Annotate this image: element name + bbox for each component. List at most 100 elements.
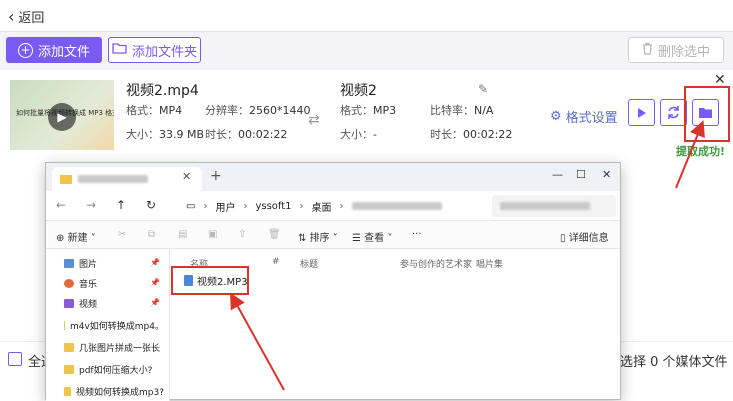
trash-icon [642,42,653,59]
cut-icon[interactable]: ✂ [118,229,126,240]
target-duration-label: 时长： [430,128,463,141]
refresh-icon[interactable]: ↻ [146,198,156,212]
breadcrumb-item[interactable]: 桌面 [312,199,332,214]
more-button[interactable]: ··· [412,229,422,240]
explorer-titlebar: ✕ + — ☐ ✕ [46,163,620,191]
explorer-command-bar: ⊕ 新建 ˅ ✂ ⧉ ▤ ▣ ⇪ 🗑 ⇅ 排序 ˅ ☰ 查看 ˅ ··· ▯ 详… [46,221,620,249]
breadcrumb-item[interactable]: yssoft1 [255,201,291,212]
add-file-button[interactable]: + 添加文件 [6,37,102,63]
blurred-tab-title [78,175,148,183]
sidebar-item-videos[interactable]: 视频 [64,297,164,310]
column-header-artists[interactable]: 参与创作的艺术家 [400,257,472,270]
explorer-sidebar: 图片 📌 音乐 📌 视频 📌 m4v如何转换成mp4。 几张图片拼成一张长 pd… [46,249,170,401]
toolbar: + 添加文件 添加文件夹 删除选中 [0,32,733,70]
folder-icon [64,343,74,352]
sidebar-item-folder[interactable]: 几张图片拼成一张长 [64,341,164,354]
up-arrow-icon[interactable]: ↑ [116,198,126,212]
search-input[interactable] [492,195,616,217]
close-tab-icon[interactable]: ✕ [182,170,191,183]
rename-icon[interactable]: ▣ [208,229,217,240]
format-settings-button[interactable]: ⚙ 格式设置 [550,107,618,126]
column-header-title[interactable]: 标题 [300,257,318,270]
source-format: 格式：MP4 [126,102,182,118]
target-bitrate-value: N/A [474,104,494,117]
target-format-value: MP3 [373,104,397,117]
format-settings-label: 格式设置 [565,111,618,126]
delete-selected-button[interactable]: 删除选中 [628,37,724,63]
new-button[interactable]: ⊕ 新建 ˅ [56,229,96,244]
blurred-path [351,202,442,210]
target-duration-value: 00:02:22 [463,128,513,141]
source-duration: 时长：00:02:22 [205,126,287,142]
source-size-value: 33.9 MB [159,128,205,141]
minimize-icon[interactable]: — [552,168,563,181]
music-icon [64,279,74,288]
folder-plus-icon [112,42,127,58]
pin-icon: 📌 [150,278,160,287]
sidebar-item-folder[interactable]: pdf如何压缩大小? [64,363,164,376]
new-label: 新建 [67,233,88,244]
source-size-label: 大小： [126,128,159,141]
target-size: 大小：- [340,126,377,142]
source-file-name: 视频2.mp4 [126,83,199,99]
add-folder-button[interactable]: 添加文件夹 [108,37,201,63]
video-thumbnail[interactable]: 如何批量将视频转换成 MP3 格式？ ▶ [10,80,114,150]
breadcrumb-item[interactable]: 用户 [215,199,235,214]
play-button[interactable] [628,99,655,126]
new-tab-icon[interactable]: + [210,168,222,184]
share-icon[interactable]: ⇪ [238,229,246,240]
sidebar-item-label: 图片 [79,260,98,270]
forward-arrow-icon[interactable]: → [86,198,96,212]
paste-icon[interactable]: ▤ [178,229,187,240]
breadcrumb-separator: › [339,200,344,212]
sort-button[interactable]: ⇅ 排序 ˅ [298,229,338,244]
explorer-tab[interactable] [52,167,202,191]
target-file-name[interactable]: 视频2 [340,80,377,100]
highlight-box-folder-button [684,86,730,142]
column-header-number[interactable]: # [272,257,280,267]
delete-icon[interactable]: 🗑 [268,229,281,240]
videos-icon [64,299,74,308]
breadcrumb-separator: › [299,200,304,212]
close-window-icon[interactable]: ✕ [602,168,611,181]
back-button[interactable]: ‹ 返回 [8,7,44,26]
view-label: 查看 [364,233,385,244]
top-bar: ‹ 返回 [0,0,733,32]
sidebar-item-pictures[interactable]: 图片 [64,257,164,270]
target-duration: 时长：00:02:22 [430,126,512,142]
maximize-icon[interactable]: ☐ [576,168,586,181]
pictures-icon [64,259,74,268]
sidebar-item-folder[interactable]: 视频如何转换成mp3? [64,385,164,398]
sort-label: 排序 [309,233,330,244]
view-button[interactable]: ☰ 查看 ˅ [352,229,392,244]
sidebar-item-label: 视频如何转换成mp3? [76,388,164,398]
source-size: 大小：33.9 MB [126,126,204,142]
copy-icon[interactable]: ⧉ [148,229,155,240]
select-all-checkbox[interactable] [8,352,22,366]
play-triangle-icon [637,107,646,118]
source-resolution: 分辨率：2560*1440 [205,102,311,118]
sidebar-item-folder[interactable]: m4v如何转换成mp4。 [64,319,164,332]
convert-button[interactable] [660,99,687,126]
column-header-album[interactable]: 唱片集 [476,257,503,270]
folder-icon [60,174,72,184]
sidebar-item-music[interactable]: 音乐 [64,277,164,290]
file-item-row: 如何批量将视频转换成 MP3 格式？ ▶ 视频2.mp4 格式：MP4 分辨率：… [0,70,733,158]
source-resolution-value: 2560*1440 [249,104,311,117]
target-bitrate: 比特率：N/A [430,102,493,118]
sidebar-item-label: 几张图片拼成一张长 [79,344,161,354]
source-duration-value: 00:02:22 [238,128,288,141]
success-message: 提取成功! [676,145,726,158]
details-button[interactable]: ▯ 详细信息 [560,229,609,244]
add-file-label: 添加文件 [37,44,90,60]
back-arrow-icon[interactable]: ← [56,198,66,212]
target-bitrate-label: 比特率： [430,104,474,117]
source-resolution-label: 分辨率： [205,104,249,117]
target-format: 格式：MP3 [340,102,396,118]
edit-name-icon[interactable]: ✎ [478,82,488,96]
play-icon[interactable]: ▶ [48,103,76,131]
highlight-box-file [171,266,249,295]
folder-icon [64,321,65,330]
pin-icon: 📌 [150,258,160,267]
gear-icon: ⚙ [550,109,562,124]
